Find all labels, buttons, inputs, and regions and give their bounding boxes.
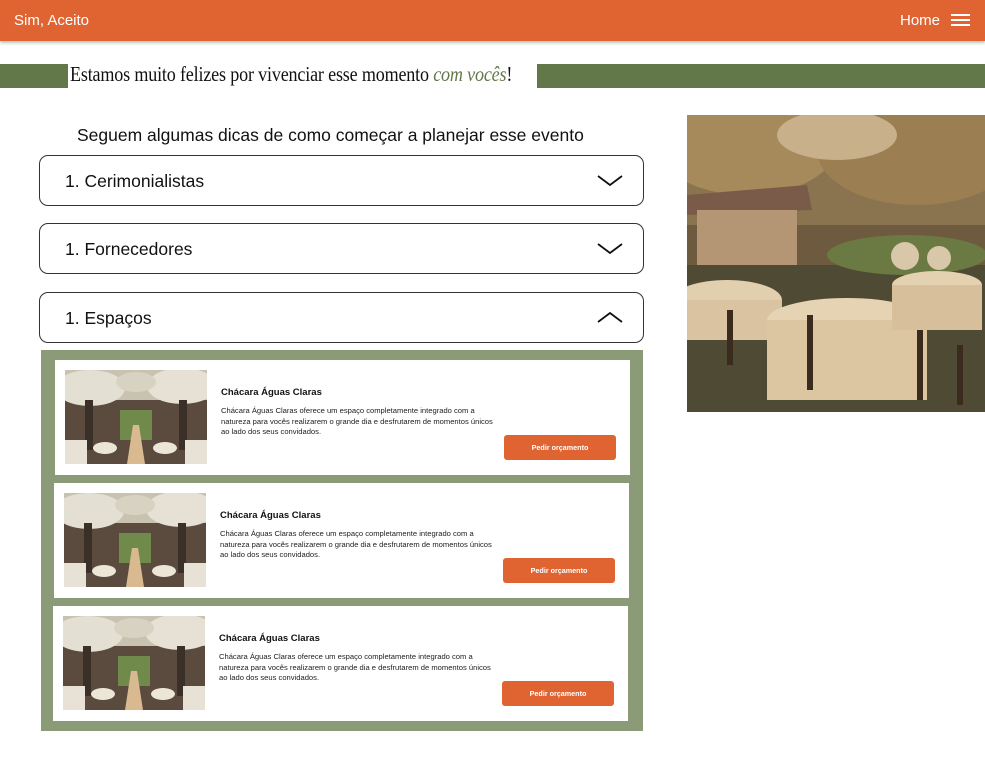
headline-band-right <box>537 64 985 88</box>
espacos-panel: Chácara Águas Claras Chácara Águas Clara… <box>41 350 643 731</box>
venue-thumbnail <box>63 616 205 710</box>
venue-card: Chácara Águas Claras Chácara Águas Clara… <box>54 483 629 598</box>
headline-main-text: Estamos muito felizes por vivenciar esse… <box>70 62 434 86</box>
accordion-fornecedores[interactable]: 1. Fornecedores <box>39 223 644 274</box>
accordion-cerimonialistas[interactable]: 1. Cerimonialistas <box>39 155 644 206</box>
hamburger-icon[interactable] <box>951 13 970 27</box>
headline-accent-text: com vocês <box>433 62 507 86</box>
venue-card: Chácara Águas Claras Chácara Águas Clara… <box>55 360 630 475</box>
venue-title: Chácara Águas Claras <box>221 387 322 398</box>
accordion-label: 1. Cerimonialistas <box>65 171 205 191</box>
chevron-up-icon[interactable] <box>597 309 623 325</box>
wedding-reception-photo <box>687 115 985 412</box>
brand-logo-text[interactable]: Sim, Aceito <box>14 12 89 29</box>
venue-thumbnail <box>64 493 206 587</box>
venue-card: Chácara Águas Claras Chácara Águas Clara… <box>53 606 628 721</box>
chevron-down-icon[interactable] <box>597 172 623 188</box>
venue-title: Chácara Águas Claras <box>220 510 321 521</box>
venue-description: Chácara Águas Claras oferece um espaço c… <box>221 406 493 436</box>
accordion-label: 1. Espaços <box>65 308 152 328</box>
accordion-espacos[interactable]: 1. Espaços <box>39 292 644 343</box>
request-quote-button[interactable]: Pedir orçamento <box>503 558 615 583</box>
headline-band-left <box>0 64 68 88</box>
request-quote-button[interactable]: Pedir orçamento <box>504 435 616 460</box>
chevron-down-icon[interactable] <box>597 240 623 256</box>
page-headline: Estamos muito felizes por vivenciar esse… <box>70 62 512 90</box>
nav-home-link[interactable]: Home <box>900 12 940 29</box>
request-quote-button[interactable]: Pedir orçamento <box>502 681 614 706</box>
intro-text: Seguem algumas dicas de como começar a p… <box>77 125 584 145</box>
venue-description: Chácara Águas Claras oferece um espaço c… <box>219 652 491 682</box>
venue-thumbnail <box>65 370 207 464</box>
venue-title: Chácara Águas Claras <box>219 633 320 644</box>
top-navbar: Sim, Aceito Home <box>0 0 985 41</box>
accordion-label: 1. Fornecedores <box>65 239 193 259</box>
headline-end-text: ! <box>506 62 513 86</box>
venue-description: Chácara Águas Claras oferece um espaço c… <box>220 529 492 559</box>
